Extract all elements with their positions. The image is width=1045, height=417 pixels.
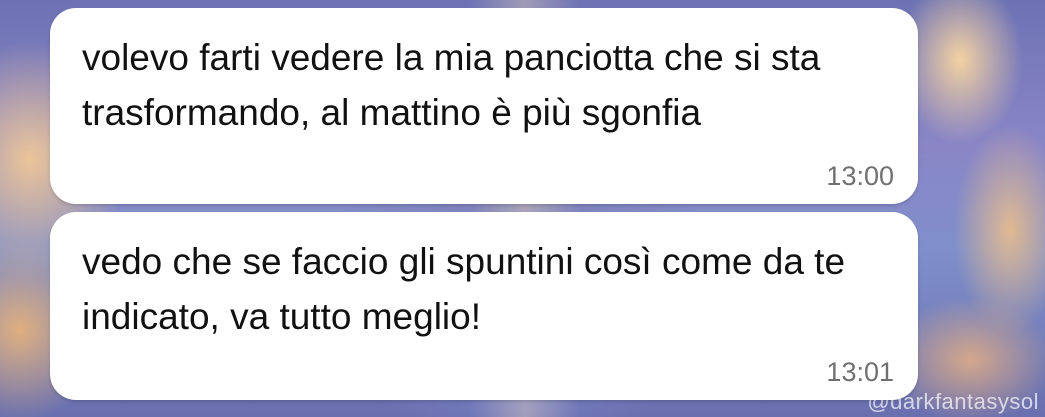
message-bubble[interactable]: vedo che se faccio gli spuntini così com… [50, 212, 918, 400]
message-text: volevo farti vedere la mia panciotta che… [82, 37, 821, 133]
message-bubble[interactable]: volevo farti vedere la mia panciotta che… [50, 8, 918, 204]
message-timestamp: 13:00 [826, 161, 894, 191]
message-text: vedo che se faccio gli spuntini così com… [82, 241, 846, 337]
message-timestamp: 13:01 [826, 357, 894, 387]
